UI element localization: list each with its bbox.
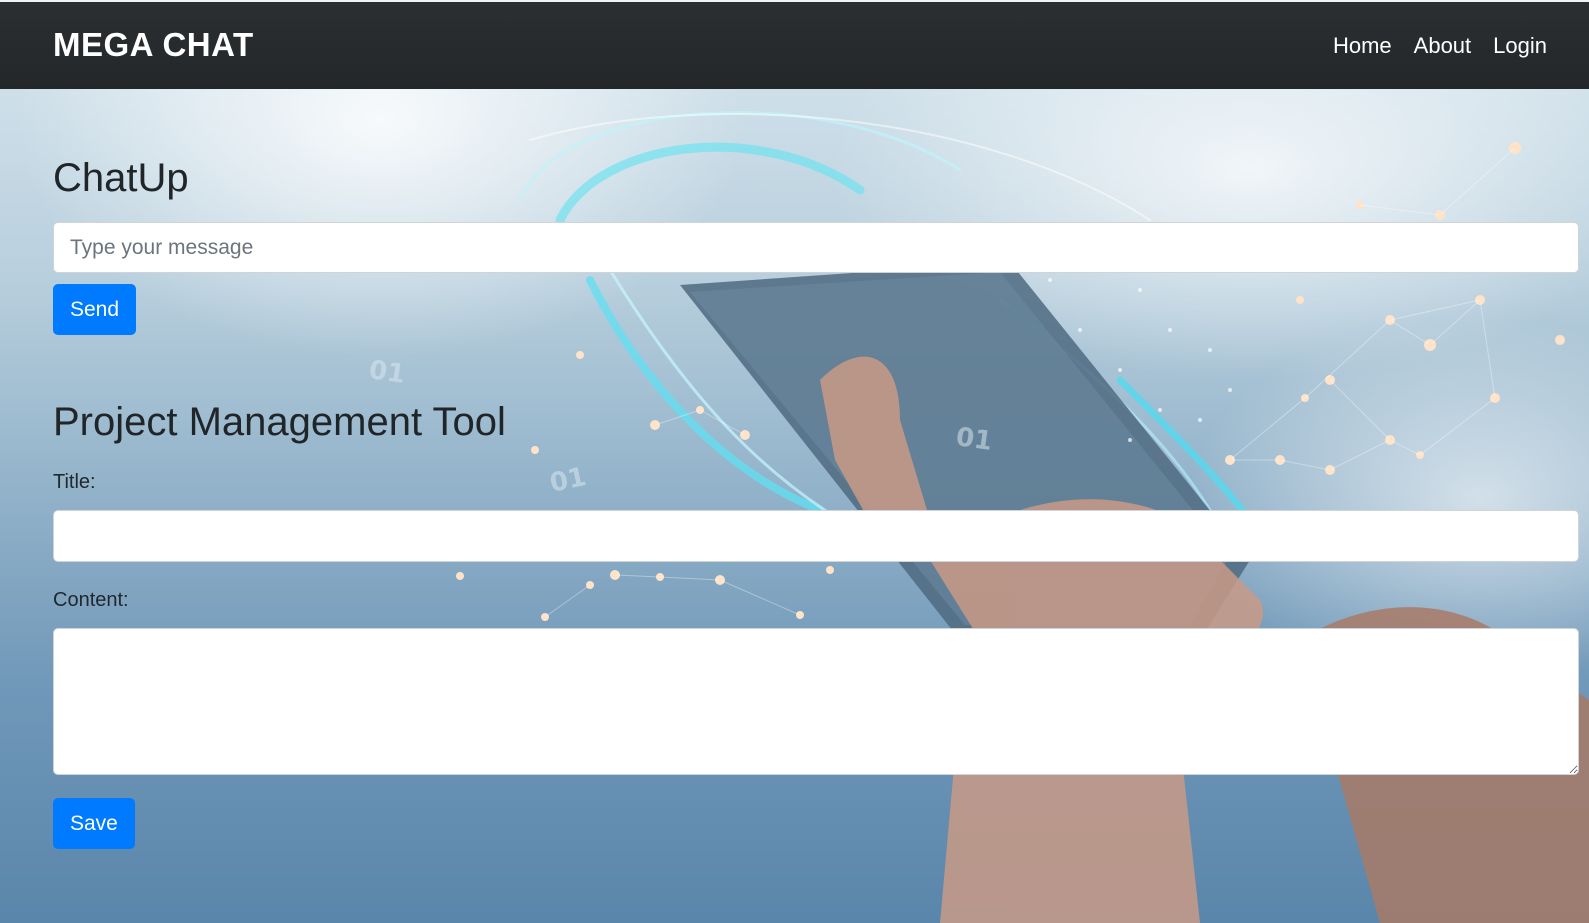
svg-text:01: 01	[367, 355, 407, 390]
content-textarea[interactable]	[53, 628, 1579, 775]
nav-link-about[interactable]: About	[1414, 33, 1472, 59]
network-illustration: 01 01 01	[367, 111, 1589, 923]
svg-text:01: 01	[547, 462, 589, 499]
brand-logo[interactable]: MEGA CHAT	[53, 26, 254, 64]
navbar: MEGA CHAT Home About Login	[0, 0, 1589, 89]
svg-text:01: 01	[954, 422, 994, 457]
message-input[interactable]	[53, 222, 1579, 273]
nav-link-login[interactable]: Login	[1493, 33, 1547, 59]
title-label: Title:	[53, 471, 96, 493]
save-button[interactable]: Save	[53, 798, 135, 849]
background-image: 01 01 01	[0, 0, 1589, 923]
send-button[interactable]: Send	[53, 284, 137, 335]
chat-heading: ChatUp	[53, 156, 189, 200]
project-heading: Project Management Tool	[53, 400, 506, 444]
nav-links: Home About Login	[1333, 33, 1547, 59]
content-label: Content:	[53, 589, 129, 611]
nav-link-home[interactable]: Home	[1333, 33, 1392, 59]
title-input[interactable]	[53, 510, 1579, 562]
